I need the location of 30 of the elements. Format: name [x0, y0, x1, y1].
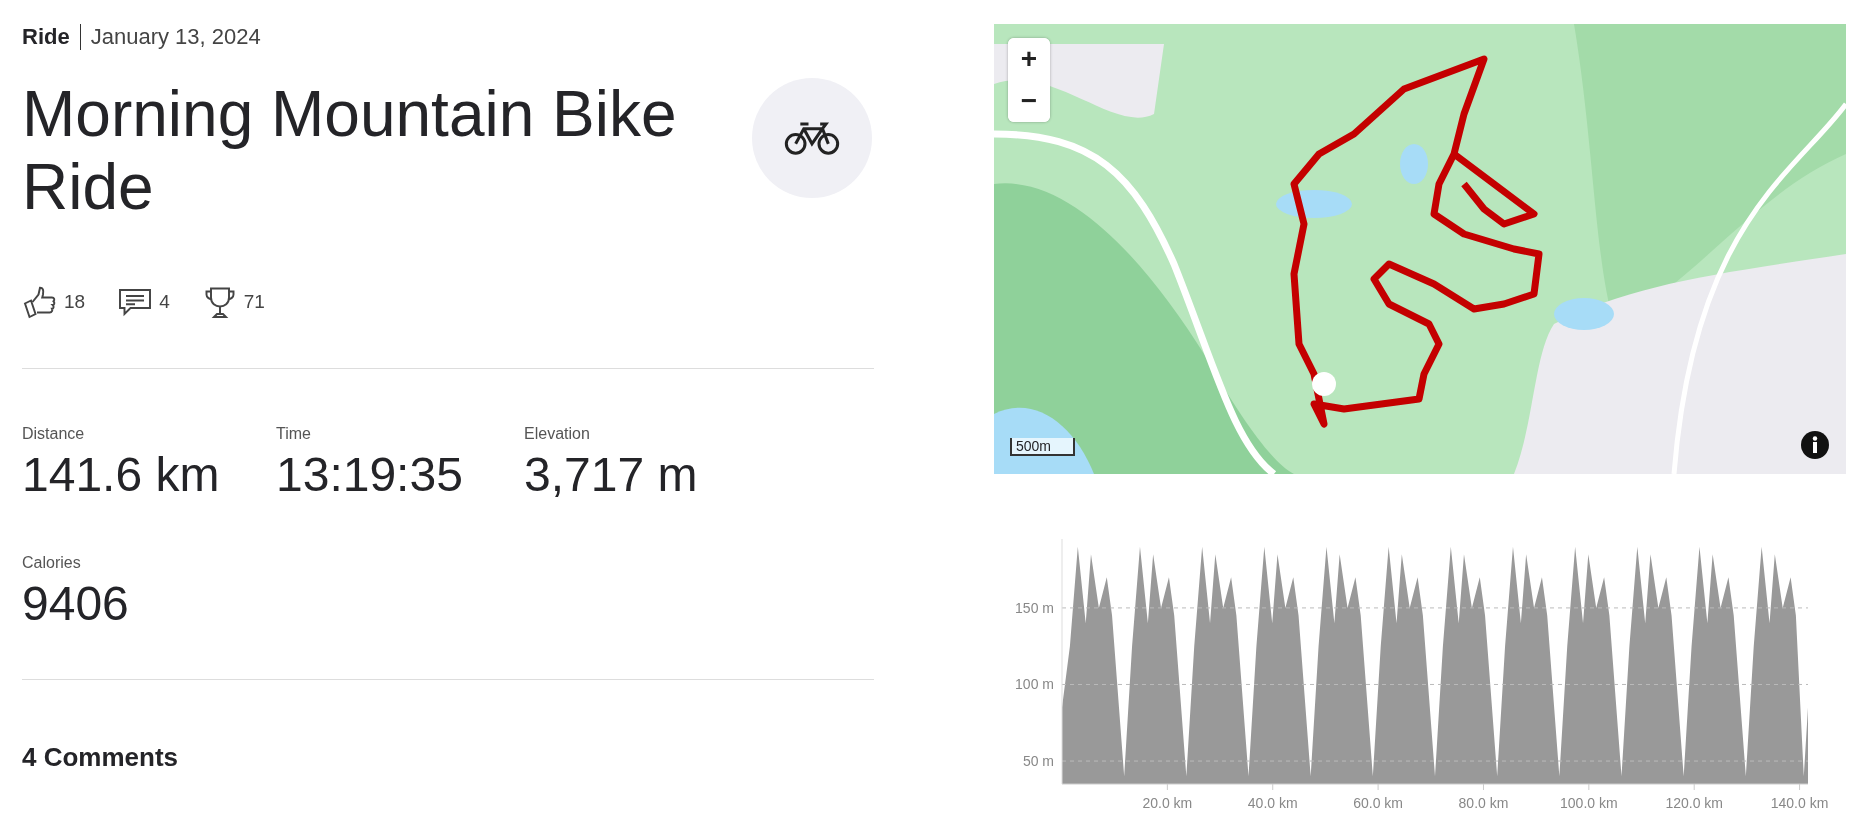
x-tick-label: 100.0 km	[1560, 795, 1618, 811]
stat-value: 141.6 km	[22, 447, 221, 502]
x-tick-label: 120.0 km	[1665, 795, 1723, 811]
y-tick-label: 150 m	[1015, 599, 1054, 616]
x-tick-label: 20.0 km	[1142, 795, 1193, 811]
x-tick-label: 140.0 km	[1770, 795, 1829, 811]
sport-type: Ride	[22, 24, 81, 50]
count-label: 71	[243, 291, 265, 313]
stat-label: Distance	[22, 425, 86, 443]
x-tick-label: 40.0 km	[1247, 795, 1298, 811]
y-tick-label: 100 m	[1015, 676, 1054, 693]
count-label: 4	[159, 291, 170, 313]
zoom-in-button[interactable]: +	[1008, 38, 1050, 80]
stat-label: Elevation	[524, 425, 591, 443]
zoom-out-button[interactable]: −	[1008, 80, 1050, 122]
thumbs-up-icon[interactable]	[22, 284, 58, 320]
y-tick-label: 50 m	[1022, 753, 1054, 770]
x-tick-label: 80.0 km	[1458, 795, 1509, 811]
comments-heading: 4 Comments	[22, 742, 180, 773]
stat-value: 3,717 m	[524, 447, 699, 502]
stat-value: 9406	[22, 576, 130, 631]
activity-title: Morning Mountain Bike Ride	[22, 78, 678, 224]
x-tick-label: 60.0 km	[1353, 795, 1403, 811]
count-label: 18	[64, 291, 86, 313]
info-icon[interactable]	[1800, 430, 1830, 460]
map-scale: 500m	[1010, 438, 1076, 456]
activity-date: January 13, 2024	[90, 24, 261, 50]
stat-label: Time	[276, 425, 312, 443]
stat-label: Calories	[22, 554, 82, 572]
stat-value: 13:19:35	[276, 447, 464, 502]
